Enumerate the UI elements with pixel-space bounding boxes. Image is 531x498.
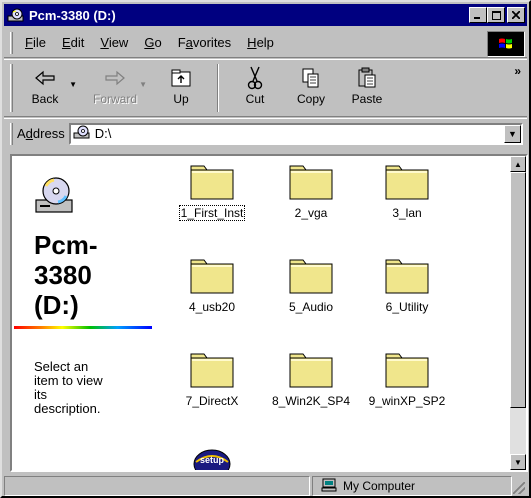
folder-icon	[289, 352, 333, 388]
folder-icon	[385, 258, 429, 294]
menu-go[interactable]: Go	[136, 35, 169, 50]
toolbar-grip[interactable]	[10, 64, 13, 112]
folder-item[interactable]: 2_vga	[266, 164, 356, 220]
address-bar: Address D:\ ▼	[4, 118, 527, 148]
folder-label: 6_Utility	[385, 300, 429, 314]
scissors-icon	[242, 66, 268, 90]
scroll-up-button[interactable]: ▲	[510, 156, 526, 172]
folder-label: 7_DirectX	[185, 394, 239, 408]
folder-label: 4_usb20	[188, 300, 236, 314]
status-pane-zone: My Computer	[312, 476, 512, 496]
folder-label: 1_First_Inst	[178, 205, 246, 221]
status-bar: My Computer	[4, 476, 527, 496]
web-view-pane: Pcm- 3380 (D:) Select an item to view it…	[12, 156, 162, 470]
menu-help[interactable]: Help	[239, 35, 282, 50]
close-button[interactable]	[507, 7, 525, 23]
drive-title: Pcm- 3380 (D:)	[34, 230, 98, 320]
resize-grip-icon[interactable]	[513, 482, 525, 494]
vertical-scrollbar[interactable]: ▲ ▼	[510, 156, 526, 470]
folder-item[interactable]: 1_First_Inst	[167, 164, 257, 221]
forward-arrow-icon	[102, 66, 128, 90]
rainbow-divider	[14, 326, 152, 329]
status-location: My Computer	[343, 479, 416, 493]
folder-icon	[289, 258, 333, 294]
menu-view[interactable]: View	[92, 35, 136, 50]
svg-text:setup: setup	[200, 455, 225, 465]
paste-button[interactable]: Paste	[339, 60, 395, 114]
folder-icon	[190, 258, 234, 294]
folder-view: Pcm- 3380 (D:) Select an item to view it…	[10, 154, 528, 472]
folder-label: 9_winXP_SP2	[368, 394, 446, 408]
folder-item[interactable]: 6_Utility	[362, 258, 452, 314]
title-bar[interactable]: Pcm-3380 (D:)	[4, 4, 527, 26]
windows-logo-icon	[487, 31, 525, 57]
folder-item[interactable]: 9_winXP_SP2	[362, 352, 452, 408]
toolbar-more-chevron-icon[interactable]: »	[514, 64, 521, 78]
folder-label: 5_Audio	[288, 300, 334, 314]
my-computer-icon	[321, 478, 337, 495]
menu-favorites[interactable]: Favorites	[170, 35, 239, 50]
folder-item[interactable]: 5_Audio	[266, 258, 356, 314]
folder-icon	[190, 164, 234, 200]
folder-item[interactable]: 8_Win2K_SP4	[266, 352, 356, 408]
folder-label: 2_vga	[294, 206, 328, 220]
scroll-thumb[interactable]	[510, 172, 526, 408]
copy-button[interactable]: Copy	[283, 60, 339, 114]
setup-icon: setup	[193, 449, 231, 470]
folder-icon	[385, 164, 429, 200]
folder-icon	[385, 352, 429, 388]
paste-icon	[354, 66, 380, 90]
cd-drive-small-icon	[73, 124, 91, 143]
toolbar-separator	[217, 64, 219, 112]
folder-item[interactable]: 4_usb20	[167, 258, 257, 314]
menubar-grip[interactable]	[10, 31, 13, 54]
window-title: Pcm-3380 (D:)	[29, 7, 116, 23]
cd-drive-large-icon	[34, 174, 76, 219]
toolbar: Back ▼ Forward ▼ Up Cut Copy Paste »	[4, 59, 527, 117]
up-button[interactable]: Up	[153, 60, 209, 114]
address-value: D:\	[94, 126, 112, 141]
folder-icon	[289, 164, 333, 200]
folder-label: 3_lan	[392, 206, 422, 220]
addressbar-grip[interactable]	[10, 122, 13, 145]
folder-label: 8_Win2K_SP4	[271, 394, 351, 408]
forward-button[interactable]: Forward ▼	[87, 60, 147, 114]
back-button[interactable]: Back ▼	[17, 60, 77, 114]
minimize-button[interactable]	[469, 7, 487, 23]
address-label: Address	[17, 126, 65, 141]
address-input[interactable]: D:\ ▼	[68, 122, 523, 145]
status-pane-main	[4, 476, 310, 496]
back-dropdown-icon[interactable]: ▼	[69, 80, 77, 89]
back-arrow-icon	[32, 66, 58, 90]
folder-item[interactable]: 7_DirectX	[167, 352, 257, 408]
folder-icon	[190, 352, 234, 388]
explorer-window: Pcm-3380 (D:) File Edit View Go Favorite…	[0, 0, 531, 498]
setup-item[interactable]: setup	[192, 448, 232, 470]
copy-icon	[298, 66, 324, 90]
folder-item[interactable]: 3_lan	[362, 164, 452, 220]
cd-drive-icon	[7, 7, 25, 23]
forward-dropdown-icon[interactable]: ▼	[139, 80, 147, 89]
scroll-down-button[interactable]: ▼	[510, 454, 526, 470]
maximize-button[interactable]	[487, 7, 505, 23]
menu-bar: File Edit View Go Favorites Help	[4, 28, 527, 58]
menu-file[interactable]: File	[17, 35, 54, 50]
menu-edit[interactable]: Edit	[54, 35, 92, 50]
description-text: Select an item to view its description.	[34, 359, 103, 416]
up-folder-icon	[168, 66, 194, 90]
cut-button[interactable]: Cut	[227, 60, 283, 114]
address-dropdown-button[interactable]: ▼	[504, 124, 521, 143]
